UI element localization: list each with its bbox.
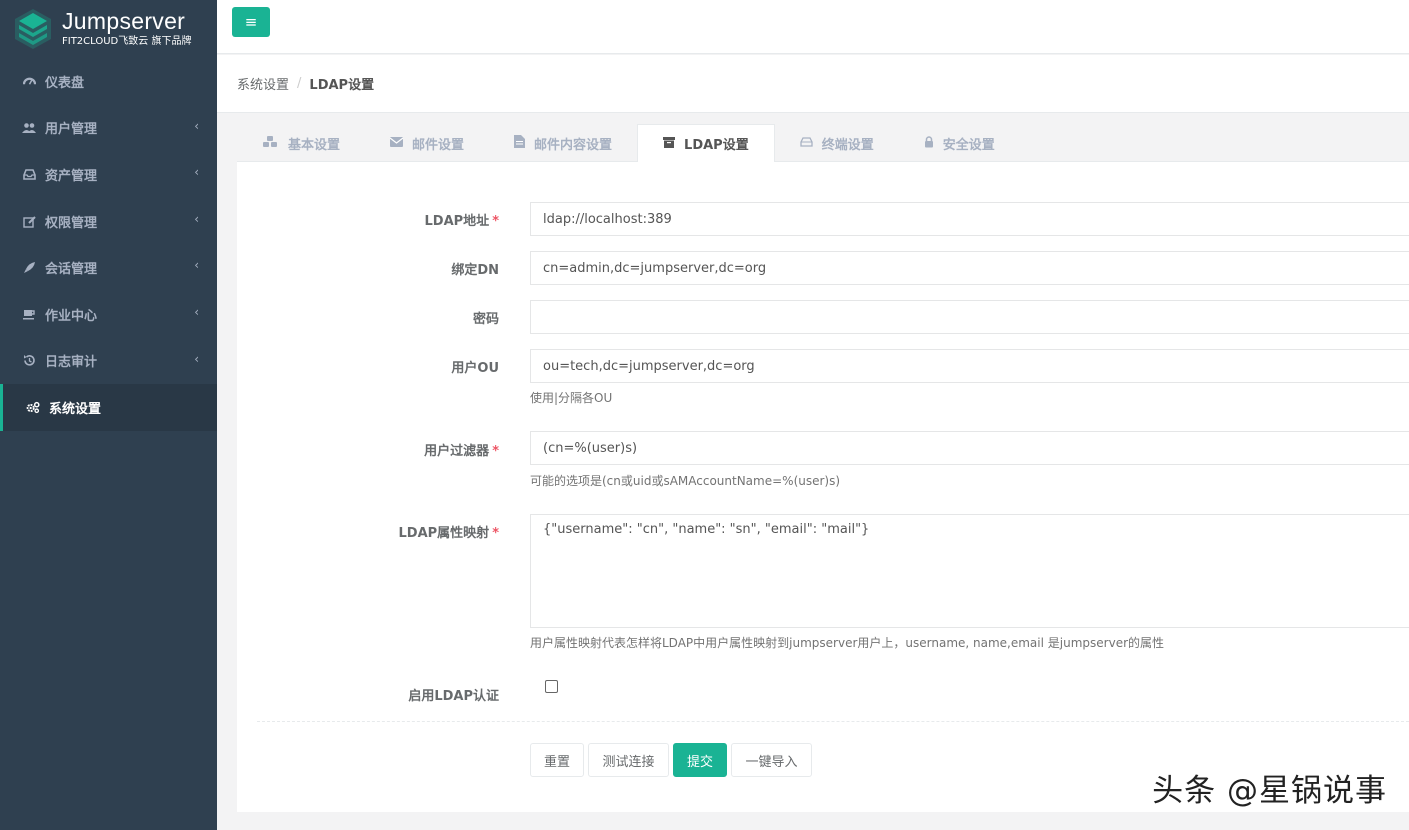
bind-dn-label: 绑定DN — [451, 263, 499, 278]
history-icon — [22, 354, 36, 368]
tab-security[interactable]: 安全设置 — [899, 124, 1020, 162]
brand-logo[interactable]: Jumpserver FIT2CLOUD飞致云 旗下品牌 — [0, 0, 217, 58]
brand-subtitle: FIT2CLOUD飞致云 旗下品牌 — [62, 36, 192, 47]
hdd-icon — [800, 136, 813, 150]
tab-label: 邮件内容设置 — [534, 137, 613, 153]
sidebar-item-label: 用户管理 — [45, 122, 98, 138]
file-text-icon — [514, 135, 526, 151]
tab-label: 终端设置 — [821, 137, 874, 153]
import-button[interactable]: 一键导入 — [731, 743, 812, 777]
menu-icon: ≡ — [244, 13, 258, 31]
chevron-left-icon: ‹ — [194, 351, 199, 366]
sidebar-item-audit[interactable]: 日志审计 ‹ — [0, 338, 217, 385]
test-connection-button[interactable]: 测试连接 — [588, 743, 669, 777]
sidebar: Jumpserver FIT2CLOUD飞致云 旗下品牌 仪表盘 用户管理 ‹ … — [0, 0, 217, 830]
envelope-icon — [389, 136, 404, 150]
password-label: 密码 — [472, 312, 499, 327]
chevron-left-icon: ‹ — [194, 304, 199, 319]
user-ou-input[interactable]: ou=tech,dc=jumpserver,dc=org — [530, 349, 1409, 383]
sidebar-item-label: 会话管理 — [45, 262, 98, 278]
sidebar-item-permissions[interactable]: 权限管理 ‹ — [0, 198, 217, 245]
sidebar-item-label: 作业中心 — [45, 308, 98, 324]
required-marker: * — [492, 214, 499, 229]
sidebar-item-label: 资产管理 — [45, 168, 98, 184]
sidebar-item-dashboard[interactable]: 仪表盘 — [0, 58, 217, 105]
required-marker: * — [492, 526, 499, 541]
chevron-left-icon: ‹ — [194, 211, 199, 226]
user-ou-label: 用户OU — [451, 361, 499, 376]
attr-map-help: 用户属性映射代表怎样将LDAP中用户属性映射到jumpserver用户上，use… — [530, 636, 1165, 650]
users-icon — [22, 121, 36, 135]
gears-icon — [26, 400, 40, 414]
tab-label: LDAP设置 — [684, 138, 749, 153]
top-navbar: ≡ — [217, 0, 1409, 54]
enable-ldap-label: 启用LDAP认证 — [408, 689, 499, 704]
breadcrumb-separator: / — [297, 76, 302, 91]
user-filter-help: 可能的选项是(cn或uid或sAMAccountName=%(user)s) — [530, 474, 841, 488]
reset-button[interactable]: 重置 — [530, 743, 584, 777]
settings-tabs: 基本设置 邮件设置 邮件内容设置 LDAP设置 终端设置 安全设置 — [237, 124, 1409, 163]
ldap-url-label: LDAP地址 * — [424, 214, 499, 229]
inbox-icon — [22, 167, 36, 181]
user-filter-label: 用户过滤器 * — [424, 444, 499, 459]
password-input[interactable] — [530, 300, 1409, 334]
breadcrumb-parent-link[interactable]: 系统设置 — [237, 74, 289, 93]
enable-ldap-checkbox[interactable] — [545, 680, 558, 693]
tab-terminal[interactable]: 终端设置 — [775, 124, 899, 162]
ldap-url-input[interactable]: ldap://localhost:389 — [530, 202, 1409, 236]
user-ou-help: 使用|分隔各OU — [530, 391, 613, 405]
tab-email-content[interactable]: 邮件内容设置 — [489, 124, 637, 162]
tab-label: 基本设置 — [288, 137, 341, 153]
ldap-settings-form: LDAP地址 * ldap://localhost:389 绑定DN cn=adm… — [237, 162, 1409, 812]
tab-ldap[interactable]: LDAP设置 — [637, 124, 775, 163]
bind-dn-input[interactable]: cn=admin,dc=jumpserver,dc=org — [530, 251, 1409, 285]
sidebar-item-settings[interactable]: 系统设置 — [0, 384, 217, 431]
required-marker: * — [492, 444, 499, 459]
sidebar-item-sessions[interactable]: 会话管理 ‹ — [0, 244, 217, 291]
attr-map-label: LDAP属性映射 * — [398, 526, 499, 541]
sidebar-item-users[interactable]: 用户管理 ‹ — [0, 105, 217, 152]
cubes-icon — [262, 135, 279, 151]
tab-basic[interactable]: 基本设置 — [237, 124, 365, 162]
watermark: 头条 @星锅说事 — [1152, 773, 1387, 809]
sidebar-item-label: 系统设置 — [49, 401, 102, 417]
form-divider — [257, 721, 1409, 722]
chevron-left-icon: ‹ — [194, 165, 199, 180]
sidebar-item-label: 日志审计 — [45, 355, 98, 371]
archive-icon — [663, 136, 676, 151]
sidebar-toggle-button[interactable]: ≡ — [232, 7, 270, 37]
tab-label: 安全设置 — [942, 137, 995, 153]
chevron-left-icon: ‹ — [194, 118, 199, 133]
edit-icon — [22, 214, 36, 228]
user-filter-input[interactable]: (cn=%(user)s) — [530, 431, 1409, 465]
rocket-icon — [22, 261, 36, 275]
sidebar-item-label: 仪表盘 — [45, 75, 85, 91]
tab-email[interactable]: 邮件设置 — [365, 124, 489, 162]
chevron-left-icon: ‹ — [194, 258, 199, 273]
submit-button[interactable]: 提交 — [673, 743, 727, 777]
tab-label: 邮件设置 — [412, 137, 465, 153]
sidebar-item-label: 权限管理 — [45, 215, 98, 231]
sidebar-item-assets[interactable]: 资产管理 ‹ — [0, 151, 217, 198]
jumpserver-logo-icon — [13, 7, 53, 51]
lock-icon — [924, 135, 934, 151]
attr-map-textarea[interactable]: {"username": "cn", "name": "sn", "email"… — [530, 514, 1409, 628]
dashboard-icon — [22, 74, 36, 88]
coffee-icon — [22, 307, 36, 321]
breadcrumb-current: LDAP设置 — [309, 78, 375, 93]
breadcrumb: 系统设置 / LDAP设置 — [217, 55, 1409, 113]
sidebar-item-jobs[interactable]: 作业中心 ‹ — [0, 291, 217, 338]
brand-title: Jumpserver — [62, 8, 186, 34]
